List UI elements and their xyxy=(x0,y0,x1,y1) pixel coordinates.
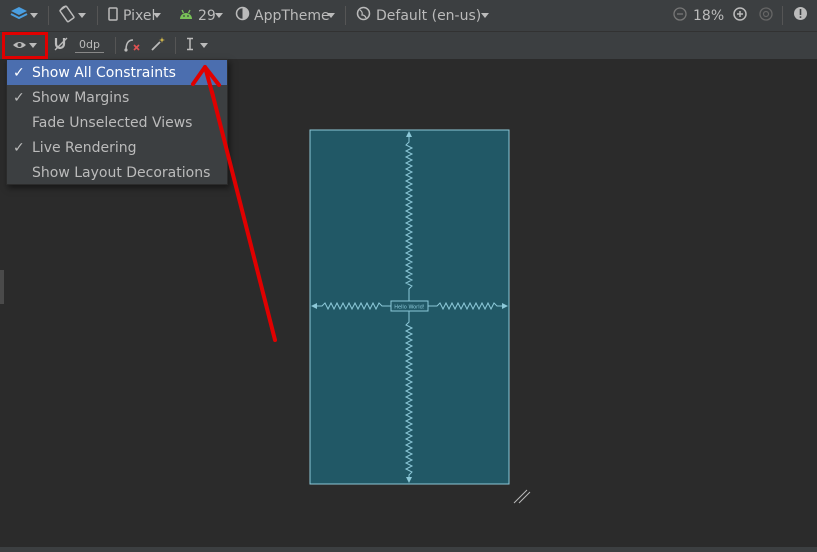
view-options-menu: ✓ Show All Constraints ✓ Show Margins Fa… xyxy=(6,59,228,185)
menu-item-show-layout-decorations[interactable]: Show Layout Decorations xyxy=(7,160,227,185)
menu-item-label: Show Margins xyxy=(32,89,130,106)
check-icon: ✓ xyxy=(13,89,25,106)
check-icon: ✓ xyxy=(13,139,25,156)
menu-item-fade-unselected-views[interactable]: Fade Unselected Views xyxy=(7,110,227,135)
status-strip xyxy=(0,547,817,552)
menu-item-live-rendering[interactable]: ✓ Live Rendering xyxy=(7,135,227,160)
textview-label: Hello World! xyxy=(394,305,425,311)
annotation-highlight-box xyxy=(2,32,48,59)
menu-item-label: Show All Constraints xyxy=(32,64,176,81)
menu-item-label: Show Layout Decorations xyxy=(32,164,211,181)
menu-item-show-all-constraints[interactable]: ✓ Show All Constraints xyxy=(7,60,227,85)
menu-item-label: Live Rendering xyxy=(32,139,137,156)
menu-item-show-margins[interactable]: ✓ Show Margins xyxy=(7,85,227,110)
menu-item-label: Fade Unselected Views xyxy=(32,114,193,131)
check-icon: ✓ xyxy=(13,64,25,81)
